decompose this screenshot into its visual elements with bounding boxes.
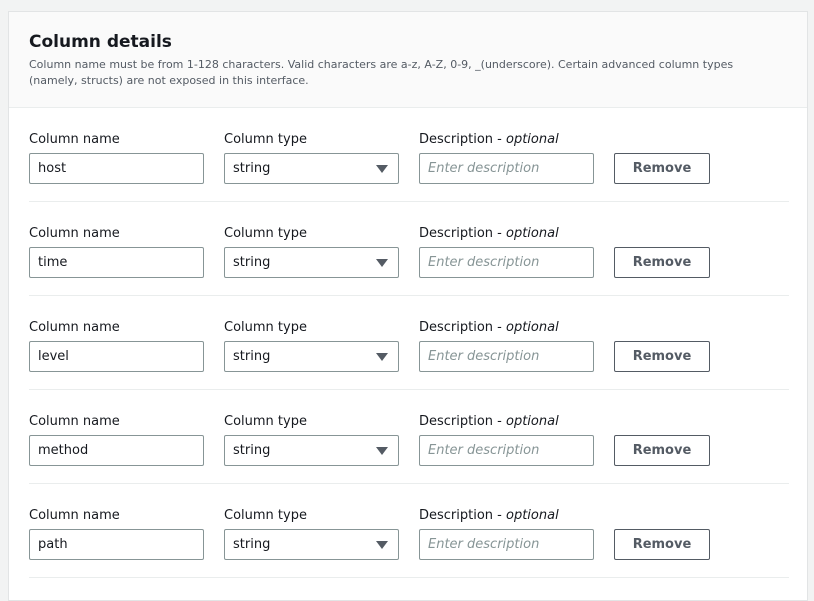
section-description: Column name must be from 1-128 character… — [29, 58, 734, 87]
description-label-text: Description - — [419, 508, 506, 523]
description-input[interactable] — [419, 529, 594, 560]
column-type-label: Column type — [224, 508, 307, 523]
description-label: Description - optional — [419, 132, 559, 148]
description-input[interactable] — [419, 247, 594, 278]
column-type-select[interactable]: string — [224, 247, 399, 278]
optional-label: optional — [506, 320, 559, 335]
column-details-panel: Column details Column name must be from … — [8, 11, 808, 601]
description-label: Description - optional — [419, 414, 559, 430]
column-type-label: Column type — [224, 414, 307, 429]
column-name-label: Column name — [29, 226, 120, 241]
column-row: Column name Column type Description - opti… — [9, 484, 807, 578]
remove-button[interactable]: Remove — [614, 529, 710, 560]
panel-header: Column details Column name must be from … — [9, 12, 807, 108]
row-divider — [29, 577, 789, 578]
column-name-input[interactable] — [29, 529, 204, 560]
column-type-value: string — [233, 161, 271, 176]
column-type-value: string — [233, 537, 271, 552]
remove-button[interactable]: Remove — [614, 247, 710, 278]
description-input[interactable] — [419, 341, 594, 372]
column-type-label: Column type — [224, 226, 307, 241]
column-name-input[interactable] — [29, 435, 204, 466]
description-input[interactable] — [419, 435, 594, 466]
caret-down-icon — [376, 165, 388, 173]
description-label-text: Description - — [419, 414, 506, 429]
column-type-label: Column type — [224, 132, 307, 147]
caret-down-icon — [376, 353, 388, 361]
column-row: Column name Column type Description - opti… — [9, 296, 807, 390]
column-type-select[interactable]: string — [224, 529, 399, 560]
column-type-value: string — [233, 443, 271, 458]
column-name-label: Column name — [29, 414, 120, 429]
description-label: Description - optional — [419, 320, 559, 336]
description-label: Description - optional — [419, 226, 559, 242]
column-type-select[interactable]: string — [224, 435, 399, 466]
column-row: Column name Column type Description - opti… — [9, 202, 807, 296]
remove-button[interactable]: Remove — [614, 435, 710, 466]
description-label-text: Description - — [419, 226, 506, 241]
column-name-input[interactable] — [29, 247, 204, 278]
optional-label: optional — [506, 226, 559, 241]
column-row: Column name Column type Description - opti… — [9, 390, 807, 484]
description-input[interactable] — [419, 153, 594, 184]
optional-label: optional — [506, 414, 559, 429]
column-type-select[interactable]: string — [224, 153, 399, 184]
column-type-value: string — [233, 349, 271, 364]
column-type-value: string — [233, 255, 271, 270]
caret-down-icon — [376, 541, 388, 549]
description-label: Description - optional — [419, 508, 559, 524]
column-type-label: Column type — [224, 320, 307, 335]
column-name-label: Column name — [29, 132, 120, 147]
caret-down-icon — [376, 259, 388, 267]
column-name-input[interactable] — [29, 341, 204, 372]
remove-button[interactable]: Remove — [614, 153, 710, 184]
optional-label: optional — [506, 508, 559, 523]
section-title: Column details — [29, 32, 172, 52]
optional-label: optional — [506, 132, 559, 147]
column-name-label: Column name — [29, 508, 120, 523]
column-row: Column name Column type Description - opti… — [9, 108, 807, 202]
column-name-label: Column name — [29, 320, 120, 335]
caret-down-icon — [376, 447, 388, 455]
remove-button[interactable]: Remove — [614, 341, 710, 372]
description-label-text: Description - — [419, 132, 506, 147]
column-name-input[interactable] — [29, 153, 204, 184]
description-label-text: Description - — [419, 320, 506, 335]
column-type-select[interactable]: string — [224, 341, 399, 372]
